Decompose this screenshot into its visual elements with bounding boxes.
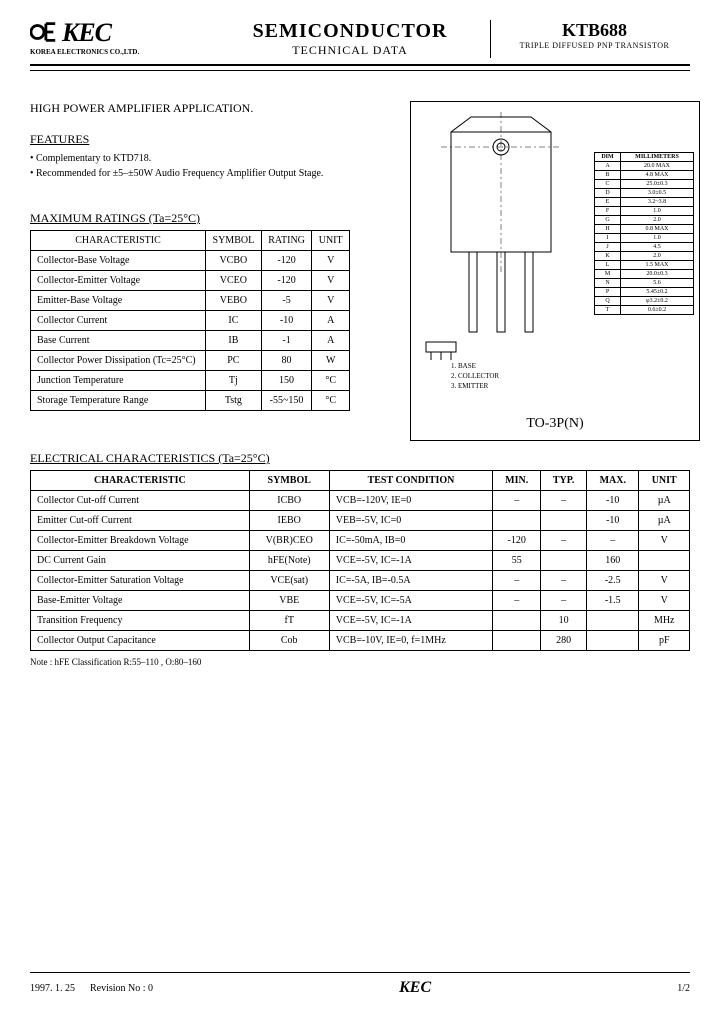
electrical-table: CHARACTERISTIC SYMBOL TEST CONDITION MIN… <box>30 470 690 651</box>
kec-logo-icon <box>30 20 58 44</box>
page-header: KEC KOREA ELECTRONICS CO.,LTD. SEMICONDU… <box>30 20 690 66</box>
elec-col: MIN. <box>493 471 541 491</box>
footer-page: 1/2 <box>677 983 690 994</box>
pin-label: 3. EMITTER <box>451 382 499 392</box>
page-footer: 1997. 1. 25 Revision No : 0 KEC 1/2 <box>30 972 690 997</box>
ratings-table: CHARACTERISTIC SYMBOL RATING UNIT Collec… <box>30 230 350 411</box>
header-right: KTB688 TRIPLE DIFFUSED PNP TRANSISTOR <box>490 20 690 58</box>
elec-col: TEST CONDITION <box>329 471 493 491</box>
pin-label: 1. BASE <box>451 362 499 372</box>
part-description: TRIPLE DIFFUSED PNP TRANSISTOR <box>499 41 690 50</box>
doc-title-sub: TECHNICAL DATA <box>210 43 490 58</box>
ratings-col: SYMBOL <box>205 231 261 251</box>
elec-col: UNIT <box>639 471 690 491</box>
package-label: TO-3P(N) <box>411 416 699 432</box>
footer-logo: KEC <box>399 979 431 997</box>
logo-text: KEC <box>62 20 111 46</box>
elec-col: TYP. <box>541 471 587 491</box>
content-area: HIGH POWER AMPLIFIER APPLICATION. FEATUR… <box>30 101 690 667</box>
footer-date: 1997. 1. 25 <box>30 983 75 994</box>
ratings-col: UNIT <box>312 231 350 251</box>
pin-labels: 1. BASE 2. COLLECTOR 3. EMITTER <box>451 362 499 391</box>
doc-title-main: SEMICONDUCTOR <box>210 20 490 43</box>
package-box: DIMMILLIMETERS A20.0 MAX B4.8 MAX C25.0±… <box>410 101 700 441</box>
header-left: KEC KOREA ELECTRONICS CO.,LTD. <box>30 20 210 58</box>
electrical-heading: ELECTRICAL CHARACTERISTICS (Ta=25°C) <box>30 451 690 466</box>
elec-col: MAX. <box>587 471 639 491</box>
footer-revision: Revision No : 0 <box>90 983 153 994</box>
package-drawing-icon <box>421 112 581 362</box>
dimension-table: DIMMILLIMETERS A20.0 MAX B4.8 MAX C25.0±… <box>594 152 694 315</box>
footer-left: 1997. 1. 25 Revision No : 0 <box>30 983 153 994</box>
pin-label: 2. COLLECTOR <box>451 372 499 382</box>
header-center: SEMICONDUCTOR TECHNICAL DATA <box>210 20 490 58</box>
elec-col: SYMBOL <box>249 471 329 491</box>
elec-col: CHARACTERISTIC <box>31 471 250 491</box>
part-number: KTB688 <box>499 20 690 41</box>
company-subtitle: KOREA ELECTRONICS CO.,LTD. <box>30 48 210 56</box>
dim-header: DIM <box>595 153 621 162</box>
dim-header: MILLIMETERS <box>621 153 694 162</box>
header-rule <box>30 70 690 71</box>
ratings-col: RATING <box>261 231 312 251</box>
ratings-col: CHARACTERISTIC <box>31 231 206 251</box>
hfe-note: Note : hFE Classification R:55–110 , O:8… <box>30 657 690 667</box>
company-logo: KEC <box>30 20 210 46</box>
